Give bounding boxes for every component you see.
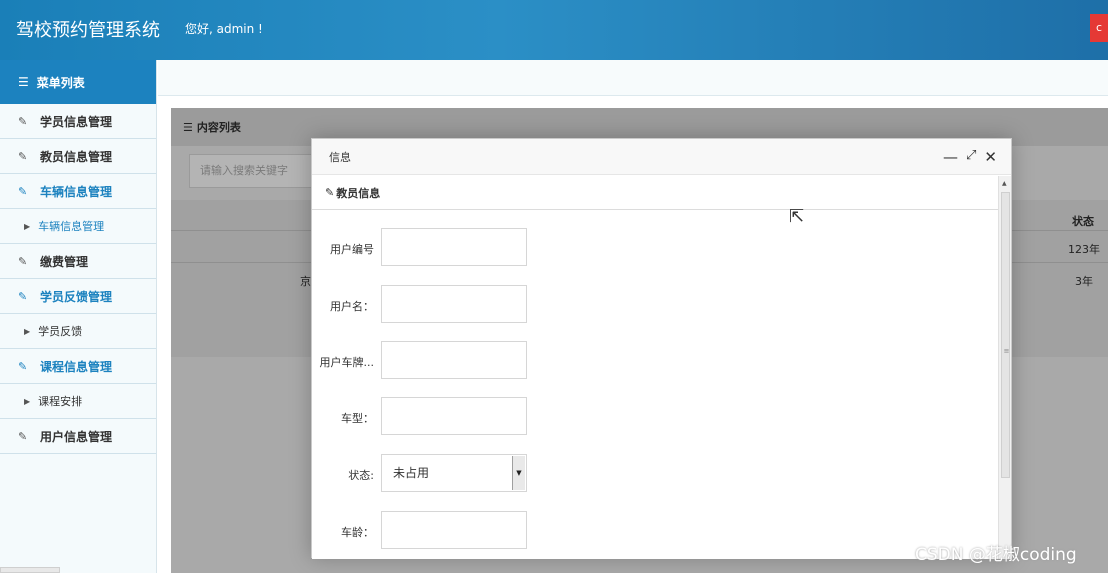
- table-cell-prefix: 京: [300, 275, 311, 288]
- sidebar-item-label: 用户信息管理: [40, 429, 113, 444]
- field-label: 车龄：: [341, 526, 374, 539]
- form-field: 用户名：: [312, 285, 998, 325]
- field-label: 用户编号: [330, 243, 374, 256]
- scroll-up-icon[interactable]: ▲: [1002, 180, 1007, 187]
- sidebar-subitem[interactable]: ▶ 学员反馈: [0, 314, 156, 349]
- list-icon: ☰: [18, 75, 29, 89]
- sidebar-item-label: 课程安排: [38, 395, 83, 408]
- sidebar: ☰ 菜单列表 ✎ 学员信息管理 ✎ 教员信息管理 ✎ 车辆信息管理 ▶ 车辆信息管理 ✎ 缴费管理…: [0, 60, 157, 573]
- text-field[interactable]: [381, 397, 527, 435]
- list-icon: ☰: [183, 120, 193, 134]
- app-title: 驾校预约管理系统: [16, 20, 160, 41]
- sidebar-item[interactable]: ✎ 缴费管理: [0, 244, 156, 279]
- text-field[interactable]: [381, 341, 527, 379]
- sidebar-item-label: 车辆信息管理: [40, 184, 113, 199]
- edit-icon: ✎: [18, 184, 28, 198]
- edit-icon: ✎: [18, 289, 28, 303]
- edit-icon: ✎: [325, 186, 335, 199]
- sidebar-item[interactable]: ✎ 学员信息管理: [0, 104, 156, 139]
- edit-icon: ✎: [18, 429, 28, 443]
- status-select[interactable]: 未占用 ▼: [381, 454, 527, 492]
- form-field: 用户编号: [312, 228, 998, 268]
- logout-button[interactable]: c: [1090, 14, 1108, 42]
- column-header-status: 状态: [1072, 215, 1094, 228]
- sidebar-subitem[interactable]: ▶ 车辆信息管理: [0, 209, 156, 244]
- sidebar-item-label: 学员反馈: [38, 325, 83, 338]
- form-field: 车龄：: [312, 511, 998, 551]
- caret-right-icon: ▶: [24, 396, 31, 406]
- field-label: 用户车牌...: [319, 356, 375, 369]
- form-field: 用户车牌...: [312, 341, 998, 381]
- form-field: 车型：: [312, 397, 998, 437]
- dialog-titlebar: 信息 — ⤢ ✕: [312, 139, 1011, 175]
- sidebar-item[interactable]: ✎ 车辆信息管理: [0, 174, 156, 209]
- caret-right-icon: ▶: [24, 221, 31, 231]
- sidebar-item-label: 车辆信息管理: [38, 220, 105, 233]
- table-cell-status: 3年: [1075, 275, 1093, 288]
- info-dialog: 信息 — ⤢ ✕ ✎ 教员信息 用户编号用户名： 用户车牌... 车型： 状态: 未占用…: [311, 138, 1012, 559]
- edit-icon: ✎: [18, 114, 28, 128]
- table-cell-status: 123年: [1068, 243, 1100, 256]
- caret-right-icon: ▶: [24, 326, 31, 336]
- section-title: 教员信息: [336, 186, 381, 200]
- field-label: 车型：: [341, 412, 374, 425]
- close-icon[interactable]: ✕: [984, 148, 997, 166]
- form-field: 状态: 未占用 ▼: [312, 454, 998, 494]
- bottom-tab: [0, 567, 60, 573]
- sidebar-item-label: 教员信息管理: [40, 149, 113, 164]
- text-field[interactable]: [381, 511, 527, 549]
- sidebar-item-label: 学员反馈管理: [40, 289, 113, 304]
- edit-icon: ✎: [18, 254, 28, 268]
- sidebar-heading-label: 菜单列表: [36, 75, 85, 90]
- sidebar-item-label: 缴费管理: [40, 254, 89, 269]
- chevron-down-icon[interactable]: ▼: [512, 456, 525, 490]
- grip-icon: ≡: [1003, 347, 1010, 355]
- app-header: 驾校预约管理系统 您好, admin ! c: [0, 0, 1108, 60]
- scrollbar-thumb[interactable]: ≡: [1001, 192, 1010, 478]
- mouse-cursor-icon: ⇱: [789, 206, 805, 227]
- text-field[interactable]: [381, 285, 527, 323]
- dialog-scrollbar[interactable]: ▲ ≡: [998, 176, 1011, 559]
- maximize-icon[interactable]: ⤢: [966, 148, 976, 166]
- field-label: 用户名：: [330, 300, 374, 313]
- edit-icon: ✎: [18, 359, 28, 373]
- sidebar-item[interactable]: ✎ 用户信息管理: [0, 419, 156, 454]
- user-greeting: 您好, admin !: [185, 22, 263, 36]
- sidebar-heading: ☰ 菜单列表: [0, 60, 156, 104]
- sidebar-subitem[interactable]: ▶ 课程安排: [0, 384, 156, 419]
- section-header: ✎ 教员信息: [312, 176, 998, 210]
- panel-title: 内容列表: [196, 121, 241, 134]
- edit-icon: ✎: [18, 149, 28, 163]
- dialog-body: ✎ 教员信息 用户编号用户名： 用户车牌... 车型： 状态: 未占用 ▼ 车龄：: [312, 176, 998, 559]
- text-field[interactable]: [381, 228, 527, 266]
- dialog-title: 信息: [329, 150, 351, 164]
- sidebar-item-label: 课程信息管理: [40, 359, 113, 374]
- select-value: 未占用: [393, 466, 430, 480]
- sidebar-item[interactable]: ✎ 教员信息管理: [0, 139, 156, 174]
- minimize-icon[interactable]: —: [943, 148, 958, 166]
- sidebar-item[interactable]: ✎ 学员反馈管理: [0, 279, 156, 314]
- field-label: 状态:: [348, 469, 374, 482]
- watermark: CSDN @花椒coding: [915, 545, 1077, 565]
- top-bar: [158, 60, 1108, 96]
- sidebar-item-label: 学员信息管理: [40, 114, 113, 129]
- sidebar-item[interactable]: ✎ 课程信息管理: [0, 349, 156, 384]
